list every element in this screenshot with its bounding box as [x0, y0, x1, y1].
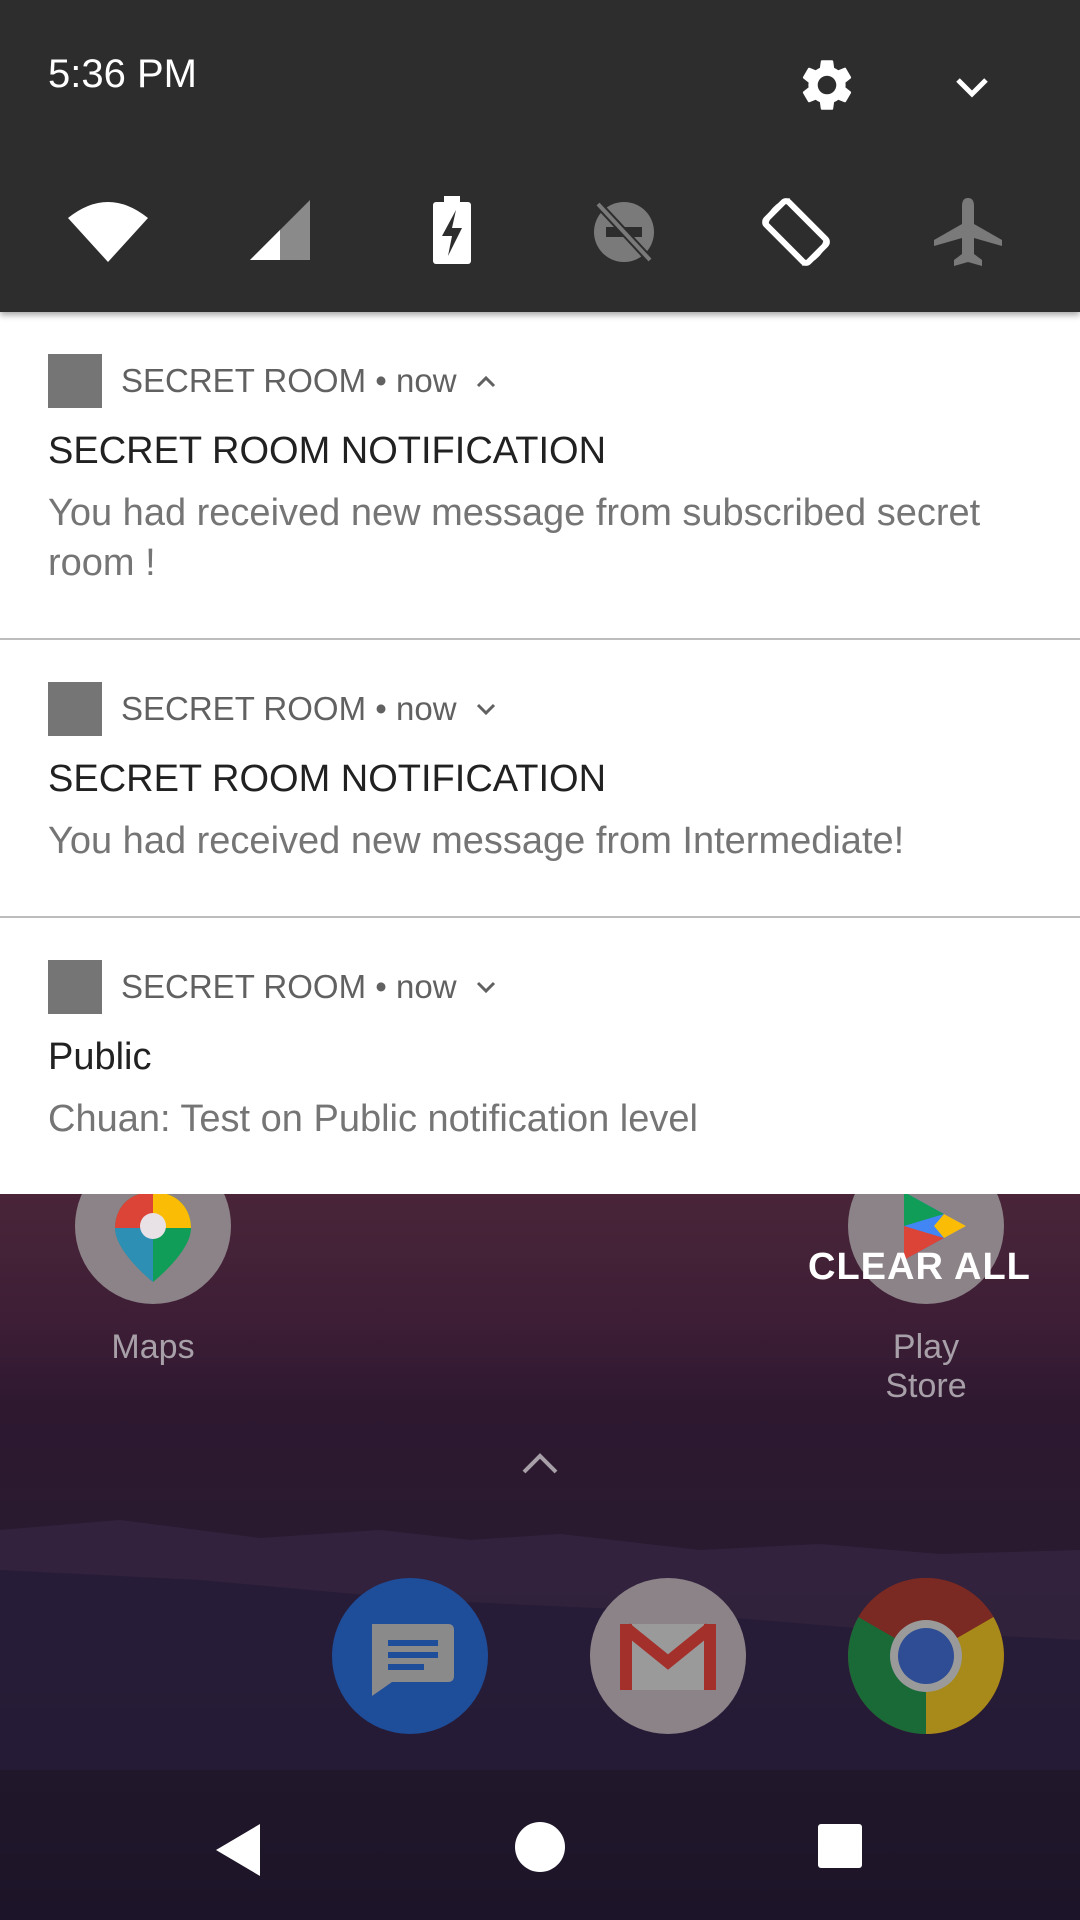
notification-header: SECRET ROOM • now — [48, 682, 499, 736]
notification-header: SECRET ROOM • now — [48, 354, 499, 408]
app-icon — [48, 354, 102, 408]
back-icon[interactable] — [214, 1822, 264, 1878]
messages-icon[interactable] — [332, 1578, 488, 1734]
notification-list: SECRET ROOM • now SECRET ROOM NOTIFICATI… — [0, 312, 1080, 1194]
auto-rotate-icon[interactable] — [756, 196, 836, 268]
notification-card[interactable]: SECRET ROOM • now SECRET ROOM NOTIFICATI… — [0, 640, 1080, 918]
notification-title: SECRET ROOM NOTIFICATION — [48, 430, 607, 472]
notification-app-name: SECRET ROOM • now — [121, 362, 457, 399]
notification-app-name: SECRET ROOM • now — [121, 690, 457, 727]
notification-body: Chuan: Test on Public notification level — [48, 1098, 698, 1140]
notification-title: Public — [48, 1036, 152, 1078]
notification-header: SECRET ROOM • now — [48, 960, 499, 1014]
airplane-icon[interactable] — [928, 196, 1008, 268]
app-label-play-store: Play Store — [885, 1328, 967, 1405]
chevron-up-icon[interactable] — [473, 368, 499, 394]
gmail-icon[interactable] — [590, 1578, 746, 1734]
chevron-down-icon[interactable] — [473, 974, 499, 1000]
app-icon — [48, 682, 102, 736]
quick-settings-panel: 5:36 PM — [0, 0, 1080, 312]
notification-app-name: SECRET ROOM • now — [121, 968, 457, 1005]
chevron-down-icon[interactable] — [473, 696, 499, 722]
app-icon — [48, 960, 102, 1014]
notification-body: You had received new message from Interm… — [48, 820, 905, 862]
clear-all-button[interactable]: CLEAR ALL — [808, 1246, 1031, 1289]
battery-charging-icon[interactable] — [412, 196, 492, 268]
clock: 5:36 PM — [48, 52, 197, 96]
chrome-icon[interactable] — [848, 1578, 1004, 1734]
home-icon[interactable] — [515, 1822, 565, 1872]
recents-icon[interactable] — [818, 1824, 862, 1868]
notification-title: SECRET ROOM NOTIFICATION — [48, 758, 607, 800]
gear-icon[interactable] — [796, 54, 858, 116]
notification-body: You had received new message from subscr… — [48, 492, 981, 584]
app-label-maps: Maps — [111, 1328, 195, 1366]
dnd-off-icon[interactable] — [584, 196, 664, 268]
app-drawer-chevron-icon[interactable] — [520, 1448, 560, 1478]
cellular-signal-icon[interactable] — [240, 196, 320, 268]
chevron-down-icon[interactable] — [950, 66, 994, 110]
notification-card[interactable]: SECRET ROOM • now Public Chuan: Test on … — [0, 918, 1080, 1194]
notification-card[interactable]: SECRET ROOM • now SECRET ROOM NOTIFICATI… — [0, 312, 1080, 640]
wifi-icon[interactable] — [68, 196, 148, 268]
